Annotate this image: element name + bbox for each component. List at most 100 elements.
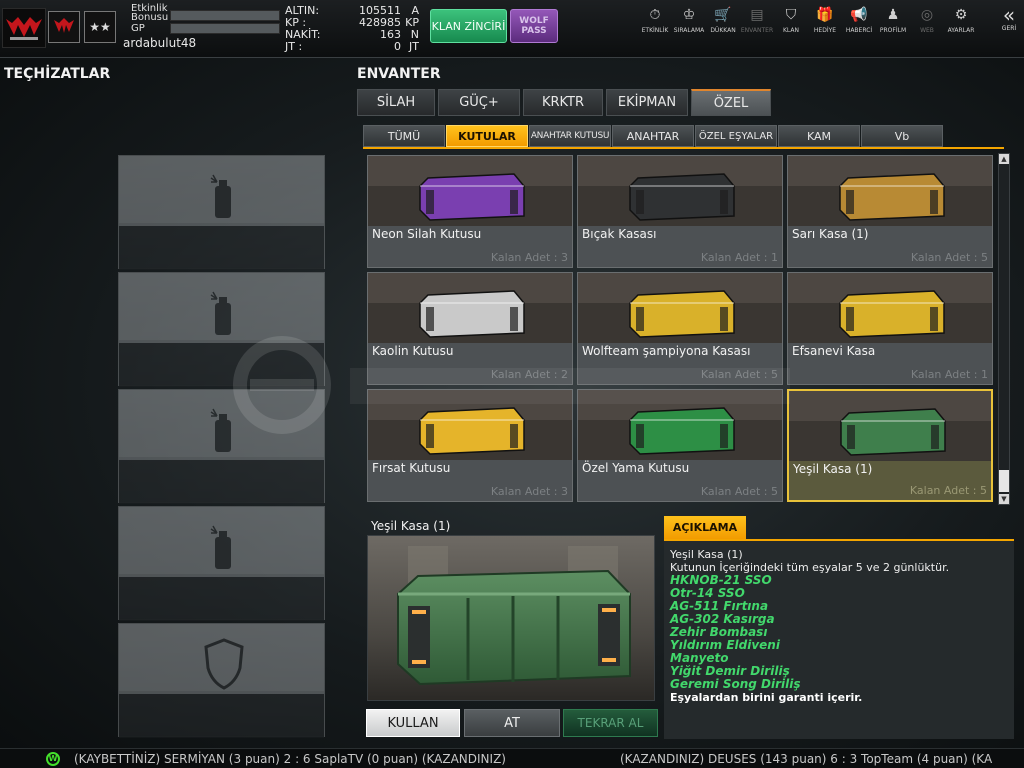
description-tab[interactable]: AÇIKLAMA (664, 516, 746, 539)
klan-chain-button[interactable]: KLAN ZİNCİRİ (430, 9, 507, 43)
sub-tabs: TÜMÜ KUTULAR ANAHTAR KUTUSU ANAHTAR ÖZEL… (363, 125, 944, 147)
spray-can-icon (210, 525, 231, 569)
item-card[interactable]: Bıçak Kasası Kalan Adet : 1 (577, 155, 783, 268)
nav-item-siralama[interactable]: ♔ SIRALAMA (672, 6, 706, 34)
subtab-label: ANAHTAR KUTUSU (530, 131, 610, 141)
tab-ekipman[interactable]: EKİPMAN (606, 89, 688, 116)
equipment-slot-3[interactable] (118, 389, 325, 504)
slot-label-area (119, 577, 324, 621)
tab-label: EKİPMAN (617, 95, 677, 110)
tab-silah[interactable]: SİLAH (357, 89, 435, 116)
event-bonus-label-2: Bonusu (131, 12, 169, 23)
selected-item-name: Yeşil Kasa (1) (371, 519, 451, 533)
nav-label: KLAN (782, 27, 799, 34)
item-image (788, 273, 992, 343)
subtab-label: Vb (894, 129, 910, 143)
drop-button[interactable]: AT (464, 709, 560, 737)
item-name: Bıçak Kasası (582, 227, 657, 241)
item-image (578, 273, 782, 343)
slot-label-area (119, 226, 324, 270)
nav-label: PROFİLM (879, 27, 907, 34)
profile-icon: ♟ (886, 7, 900, 23)
description-footer: Eşyalardan birini garanti içerir. (670, 691, 863, 704)
currency-row-nakit: NAKİT: 163 N (285, 29, 422, 41)
username: ardabulut48 (123, 36, 197, 50)
currency-unit: JT (409, 40, 419, 53)
nav-item-ayarlar[interactable]: ⚙ AYARLAR (944, 6, 978, 34)
item-count: Kalan Adet : 2 (490, 368, 568, 381)
top-nav: ⏱ ETKİNLİK ♔ SIRALAMA 🛒 DÜKKAN ▤ ENVANTER ⛉ KLAN 🎁… (638, 6, 978, 34)
inventory-scrollbar[interactable]: ▲ ▼ (998, 153, 1010, 505)
subtab-anahtar-kutusu[interactable]: ANAHTAR KUTUSU (529, 125, 611, 147)
subtab-kutular[interactable]: KUTULAR (446, 125, 528, 147)
nav-item-hedi̇ye[interactable]: 🎁 HEDİYE (808, 6, 842, 34)
tab-guc[interactable]: GÜÇ+ (438, 89, 520, 116)
item-count: Kalan Adet : 5 (910, 251, 988, 264)
item-card[interactable]: Fırsat Kutusu Kalan Adet : 3 (367, 389, 573, 502)
rebuy-button[interactable]: TEKRAR AL (563, 709, 658, 737)
back-arrow-icon: « (1002, 3, 1016, 27)
equipment-slot-4[interactable] (118, 506, 325, 621)
nav-label: AYARLAR (947, 27, 975, 34)
item-card[interactable]: Kaolin Kutusu Kalan Adet : 2 (367, 272, 573, 385)
subtab-label: KUTULAR (458, 129, 516, 143)
item-card[interactable]: Sarı Kasa (1) Kalan Adet : 5 (787, 155, 993, 268)
sub-tabs-underline (363, 147, 1004, 149)
nav-item-haberci̇[interactable]: 📢 HABERCİ (842, 6, 876, 34)
stopwatch-icon: ⏱ (649, 7, 661, 23)
item-card[interactable]: Efsanevi Kasa Kalan Adet : 1 (787, 272, 993, 385)
item-card[interactable]: Wolfteam şampiyona Kasası Kalan Adet : 5 (577, 272, 783, 385)
item-count: Kalan Adet : 5 (700, 368, 778, 381)
item-image (368, 156, 572, 226)
inventory-icon: ▤ (750, 7, 764, 23)
spray-can-icon (210, 291, 231, 335)
event-bonus-bar (170, 10, 280, 21)
slot-label-area (119, 343, 324, 387)
medal-icon: ♔ (682, 7, 696, 23)
ticker-logo-icon: W (46, 752, 60, 766)
use-button[interactable]: KULLAN (366, 709, 460, 737)
subtab-kam[interactable]: KAM (778, 125, 860, 147)
equipment-slot-2[interactable] (118, 272, 325, 387)
globe-icon: ◎ (920, 7, 934, 23)
item-count: Kalan Adet : 3 (490, 485, 568, 498)
item-card[interactable]: Özel Yama Kutusu Kalan Adet : 5 (577, 389, 783, 502)
subtab-label: ANAHTAR (626, 129, 680, 143)
back-button[interactable]: « GERİ (996, 3, 1022, 32)
subtab-vb[interactable]: Vb (861, 125, 943, 147)
cart-icon: 🛒 (714, 7, 732, 23)
scroll-thumb[interactable] (999, 470, 1009, 492)
klan-chain-label: KLAN ZİNCİRİ (431, 19, 506, 33)
tab-label: GÜÇ+ (459, 95, 499, 110)
nav-item-envanter[interactable]: ▤ ENVANTER (740, 6, 774, 34)
nav-item-dükkan[interactable]: 🛒 DÜKKAN (706, 6, 740, 34)
nav-label: HABERCİ (845, 27, 873, 34)
subtab-label: TÜMÜ (387, 129, 421, 143)
rank-badge-icon (48, 11, 80, 43)
wolf-pass-label-2: PASS (521, 26, 547, 36)
nav-item-profi̇lm[interactable]: ♟ PROFİLM (876, 6, 910, 34)
item-card[interactable]: Neon Silah Kutusu Kalan Adet : 3 (367, 155, 573, 268)
nav-label: ETKİNLİK (641, 27, 669, 34)
scroll-up-icon[interactable]: ▲ (999, 154, 1009, 164)
tab-krktr[interactable]: KRKTR (523, 89, 603, 116)
scroll-down-icon[interactable]: ▼ (999, 494, 1009, 504)
item-count: Kalan Adet : 5 (909, 484, 987, 497)
nav-item-web[interactable]: ◎ WEB (910, 6, 944, 34)
item-card[interactable]: Yeşil Kasa (1) Kalan Adet : 5 (787, 389, 993, 502)
nav-item-klan[interactable]: ⛉ KLAN (774, 6, 808, 34)
subtab-anahtar[interactable]: ANAHTAR (612, 125, 694, 147)
gp-bar (170, 23, 280, 34)
top-bar: ★★ Etkinlik Bonusu GP ardabulut48 ALTIN:… (0, 0, 1024, 58)
wolf-pass-button[interactable]: WOLF PASS (510, 9, 558, 43)
slot-label-area (119, 460, 324, 504)
tab-ozel[interactable]: ÖZEL (691, 89, 771, 116)
ticker-text-right: (KAZANDINIZ) DEUSES (143 puan) 6 : 3 Top… (620, 752, 993, 766)
subtab-ozel-esyalar[interactable]: ÖZEL EŞYALAR (695, 125, 777, 147)
item-grid: Neon Silah Kutusu Kalan Adet : 3 Bıçak Kas… (367, 155, 997, 505)
nav-item-etki̇nli̇k[interactable]: ⏱ ETKİNLİK (638, 6, 672, 34)
equipment-slot-5[interactable] (118, 623, 325, 738)
subtab-tumu[interactable]: TÜMÜ (363, 125, 445, 147)
equipment-slot-1[interactable] (118, 155, 325, 270)
item-name: Özel Yama Kutusu (582, 461, 690, 475)
